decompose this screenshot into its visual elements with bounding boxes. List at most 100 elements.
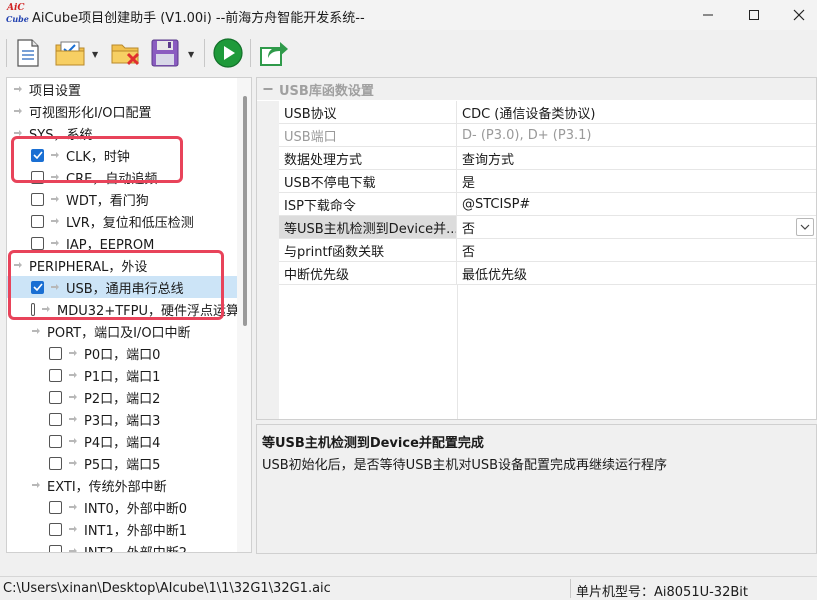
property-value-text: 否 <box>462 221 476 237</box>
property-row-usb-protocol[interactable]: USB协议 CDC (通信设备类协议) <box>257 101 816 124</box>
close-button[interactable] <box>776 0 817 30</box>
tree-item-int2[interactable]: INT2，外部中断2 <box>7 540 239 553</box>
maximize-button[interactable] <box>731 0 777 30</box>
property-value[interactable]: 否 <box>457 216 816 239</box>
new-project-button[interactable] <box>12 36 44 70</box>
check-icon <box>32 151 43 159</box>
tree-item-int1[interactable]: INT1，外部中断1 <box>7 518 239 540</box>
property-row-data-mode[interactable]: 数据处理方式 查询方式 <box>257 147 816 170</box>
tree-item-label: P0口，端口0 <box>84 347 161 363</box>
tree-arrow-icon <box>50 150 60 160</box>
run-button[interactable] <box>210 36 246 70</box>
tree-scrollbar[interactable] <box>237 78 251 552</box>
tree-arrow-icon <box>68 414 78 424</box>
tree-item-int0[interactable]: INT0，外部中断0 <box>7 496 239 518</box>
checkbox-int2[interactable] <box>49 544 62 552</box>
checkbox-p2[interactable] <box>49 390 62 404</box>
tree-item-sys[interactable]: SYS，系统 <box>7 122 239 144</box>
checkbox-clk[interactable] <box>31 148 44 162</box>
new-document-icon <box>17 39 39 67</box>
tree-item-io-config[interactable]: 可视图形化I/O口配置 <box>7 100 239 122</box>
description-title: 等USB主机检测到Device并配置完成 <box>262 436 484 451</box>
window-title: AiCube项目创建助手 (V1.00i) --前海方舟智能开发系统-- <box>32 11 365 26</box>
checkbox-p4[interactable] <box>49 434 62 448</box>
tree-item-label: LVR，复位和低压检测 <box>66 215 194 231</box>
tree-arrow-icon <box>68 546 78 552</box>
property-row-irq-priority[interactable]: 中断优先级 最低优先级 <box>257 262 816 285</box>
module-tree[interactable]: 项目设置 可视图形化I/O口配置 SYS，系统 CLK，时钟 CRE，自动追频 … <box>6 77 252 553</box>
tree-item-label: CRE，自动追频 <box>66 171 158 187</box>
tree-item-p2[interactable]: P2口，端口2 <box>7 386 239 408</box>
property-name: 与printf函数关联 <box>279 239 457 262</box>
tree-arrow-icon <box>13 128 23 138</box>
property-column-divider <box>457 285 458 419</box>
property-value[interactable]: CDC (通信设备类协议) <box>457 101 816 124</box>
tree-item-usb[interactable]: USB，通用串行总线 <box>7 276 239 298</box>
tree-item-mdu32[interactable]: MDU32+TFPU，硬件浮点运算 <box>7 298 239 320</box>
checkbox-mdu32[interactable] <box>31 302 36 316</box>
close-project-button[interactable] <box>108 36 144 70</box>
tree-item-p5[interactable]: P5口，端口5 <box>7 452 239 474</box>
tree-item-label: EXTI，传统外部中断 <box>47 479 167 495</box>
open-dropdown-icon[interactable]: ▼ <box>92 50 98 59</box>
checkbox-iap[interactable] <box>31 236 44 250</box>
property-category-header[interactable]: USB库函数设置 <box>257 78 816 100</box>
tree-item-label: MDU32+TFPU，硬件浮点运算 <box>57 303 239 319</box>
checkbox-cre[interactable] <box>31 170 44 184</box>
tree-item-peripheral[interactable]: PERIPHERAL，外设 <box>7 254 239 276</box>
checkbox-usb[interactable] <box>31 280 44 294</box>
tree-item-label: INT2，外部中断2 <box>84 545 188 553</box>
property-row-printf[interactable]: 与printf函数关联 否 <box>257 239 816 262</box>
property-row-isp-command[interactable]: ISP下载命令 @STCISP# <box>257 193 816 216</box>
tree-item-label: PORT，端口及I/O口中断 <box>47 325 191 341</box>
checkbox-int1[interactable] <box>49 522 62 536</box>
tree-item-label: 可视图形化I/O口配置 <box>29 105 152 121</box>
chevron-down-icon <box>800 224 810 230</box>
tree-item-label: USB，通用串行总线 <box>66 281 184 297</box>
tree-item-cre[interactable]: CRE，自动追频 <box>7 166 239 188</box>
tree-arrow-icon <box>41 304 51 314</box>
tree-item-wdt[interactable]: WDT，看门狗 <box>7 188 239 210</box>
checkbox-p5[interactable] <box>49 456 62 470</box>
close-icon <box>793 9 805 21</box>
collapse-minus-icon[interactable] <box>263 84 273 94</box>
tree-item-exti[interactable]: EXTI，传统外部中断 <box>7 474 239 496</box>
checkbox-wdt[interactable] <box>31 192 44 206</box>
tree-item-clk[interactable]: CLK，时钟 <box>7 144 239 166</box>
tree-arrow-icon <box>50 194 60 204</box>
property-dropdown-button[interactable] <box>796 218 814 236</box>
property-row-wait-host[interactable]: 等USB主机检测到Device并... 否 <box>257 216 816 239</box>
check-icon <box>32 283 43 291</box>
tree-item-project-settings[interactable]: 项目设置 <box>7 78 239 100</box>
tree-item-lvr[interactable]: LVR，复位和低压检测 <box>7 210 239 232</box>
checkbox-lvr[interactable] <box>31 214 44 228</box>
title-bar: AiC Cube AiCube项目创建助手 (V1.00i) --前海方舟智能开… <box>0 0 817 30</box>
tree-item-label: P4口，端口4 <box>84 435 161 451</box>
tree-item-p0[interactable]: P0口，端口0 <box>7 342 239 364</box>
property-row-usb-port[interactable]: USB端口 D- (P3.0), D+ (P3.1) <box>257 124 816 147</box>
tree-item-p4[interactable]: P4口，端口4 <box>7 430 239 452</box>
property-row-hot-download[interactable]: USB不停电下载 是 <box>257 170 816 193</box>
property-value[interactable]: 否 <box>457 239 816 262</box>
checkbox-int0[interactable] <box>49 500 62 514</box>
export-button[interactable] <box>256 36 292 70</box>
tree-item-p3[interactable]: P3口，端口3 <box>7 408 239 430</box>
minimize-button[interactable] <box>685 0 731 30</box>
checkbox-p1[interactable] <box>49 368 62 382</box>
property-value[interactable]: 最低优先级 <box>457 262 816 285</box>
property-value[interactable]: 是 <box>457 170 816 193</box>
open-project-button[interactable] <box>52 36 88 70</box>
tree-item-label: IAP，EEPROM <box>66 237 155 253</box>
checkbox-p0[interactable] <box>49 346 62 360</box>
tree-scrollbar-thumb[interactable] <box>243 96 247 326</box>
property-value[interactable]: 查询方式 <box>457 147 816 170</box>
save-project-button[interactable] <box>148 36 182 70</box>
tree-item-iap[interactable]: IAP，EEPROM <box>7 232 239 254</box>
tree-item-port[interactable]: PORT，端口及I/O口中断 <box>7 320 239 342</box>
save-dropdown-icon[interactable]: ▼ <box>188 50 194 59</box>
property-value[interactable]: @STCISP# <box>457 193 816 216</box>
checkbox-p3[interactable] <box>49 412 62 426</box>
tree-item-p1[interactable]: P1口，端口1 <box>7 364 239 386</box>
tree-arrow-icon <box>50 216 60 226</box>
tree-item-label: INT1，外部中断1 <box>84 523 188 539</box>
